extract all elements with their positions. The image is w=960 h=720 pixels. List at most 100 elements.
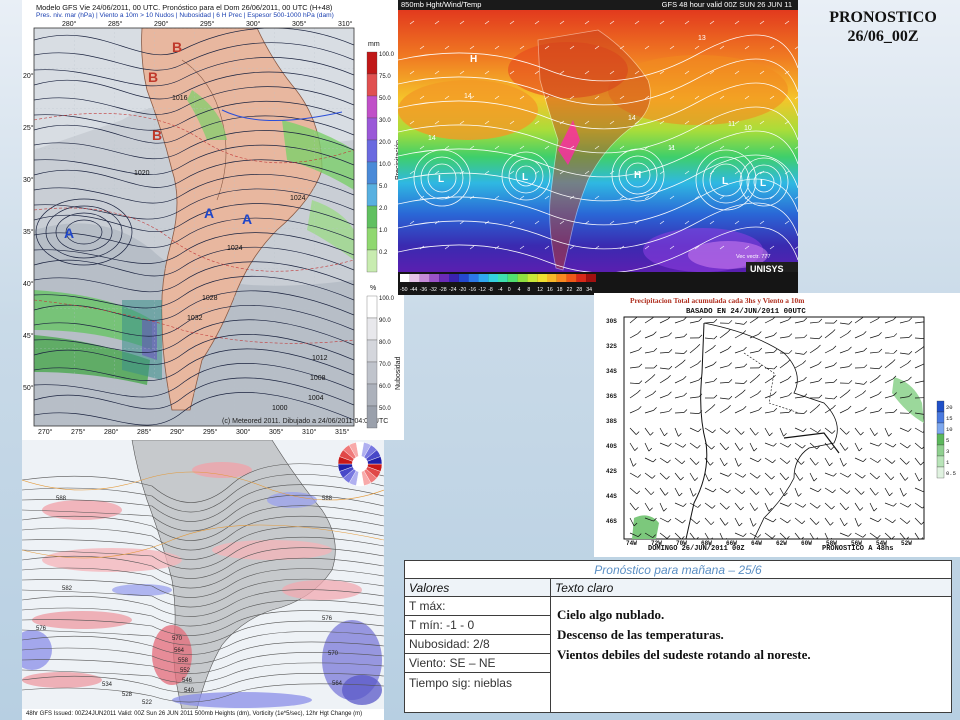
height-label: 576 bbox=[36, 626, 47, 632]
temperature-scale-swatch bbox=[527, 274, 538, 282]
temperature-scale-label: 8 bbox=[527, 287, 530, 293]
temperature-scale-label: 28 bbox=[576, 287, 582, 293]
pressure-center-low: B bbox=[172, 39, 182, 55]
title-line-2: 26/06_00Z bbox=[847, 28, 919, 45]
latitude-label: 32S bbox=[606, 343, 617, 350]
unisys-map-header: 850mb Hght/Wind/Temp GFS 48 hour valid 0… bbox=[398, 0, 798, 10]
longitude-label: 295° bbox=[203, 428, 218, 436]
longitude-label: 270° bbox=[38, 428, 53, 436]
precip-legend-swatch bbox=[936, 444, 945, 457]
temperature-scale-swatch bbox=[439, 274, 449, 282]
temperature-scale-label: 22 bbox=[567, 287, 573, 293]
height-label: 552 bbox=[180, 668, 191, 674]
isobar-label: 1000 bbox=[272, 405, 288, 412]
temperature-scale-swatch bbox=[566, 274, 577, 282]
precip-legend-label: 5 bbox=[946, 437, 949, 444]
precip-legend-swatch bbox=[936, 455, 945, 468]
precip-bar-tick: 100.0 bbox=[379, 52, 395, 58]
precip-legend-label: 10 bbox=[946, 426, 953, 433]
temperature-scale-label: 0 bbox=[508, 287, 511, 293]
forecast-text-line: Cielo algo nublado. bbox=[557, 607, 665, 622]
unisys-header-left: 850mb Hght/Wind/Temp bbox=[401, 0, 482, 9]
longitude-label: 305° bbox=[292, 20, 307, 28]
latitude-label: 40S bbox=[606, 443, 617, 450]
temperature-scale-label: -12 bbox=[478, 287, 486, 293]
cloud-bar-tick: 80.0 bbox=[379, 340, 391, 346]
wheel-center bbox=[352, 456, 368, 472]
vorticity-blob bbox=[152, 625, 192, 685]
longitude-label: 280° bbox=[62, 20, 77, 28]
longitude-label: 280° bbox=[104, 428, 119, 436]
vorticity-blob bbox=[342, 675, 382, 705]
longitude-label: 52W bbox=[901, 540, 912, 547]
isobar-label: 1032 bbox=[187, 315, 203, 322]
temperature-scale-swatch bbox=[400, 274, 410, 282]
longitude-label: 305° bbox=[269, 428, 284, 436]
longitude-label: 310° bbox=[302, 428, 317, 436]
isoline-label: 13 bbox=[698, 35, 706, 42]
temperature-scale-swatch bbox=[449, 274, 459, 282]
isobar-label: 1004 bbox=[308, 395, 324, 402]
pressure-center-high: A bbox=[242, 211, 252, 227]
precip-bar-swatch bbox=[366, 161, 378, 185]
height-label: 588 bbox=[56, 496, 67, 502]
latitude-label: 46S bbox=[606, 518, 617, 525]
longitude-label: 315° bbox=[335, 428, 350, 436]
temperature-scale-label: -44 bbox=[410, 287, 418, 293]
temperature-scale-swatch bbox=[556, 274, 567, 282]
temperature-scale-label: -24 bbox=[449, 287, 457, 293]
precip-legend-swatch bbox=[936, 411, 945, 424]
isobar-label: 1024 bbox=[290, 195, 306, 202]
precip-legend-label: 1 bbox=[946, 459, 950, 466]
unisys-map-canvas: L L L L H H 14 14 11 10 13 11 14 UNISYS … bbox=[398, 10, 798, 295]
temperature-scale-swatch bbox=[498, 274, 508, 282]
temperature-scale-swatch bbox=[478, 274, 489, 282]
precip-bar-swatch bbox=[366, 139, 378, 163]
precip-bar-swatch bbox=[366, 227, 378, 251]
height-label: 534 bbox=[102, 682, 113, 688]
temperature-scale-label: -4 bbox=[498, 287, 503, 293]
height-label: 564 bbox=[174, 648, 185, 654]
latitude-label: 40° bbox=[23, 280, 34, 288]
precip-bar-swatch bbox=[366, 249, 378, 273]
temperature-scale-label: 34 bbox=[586, 287, 592, 293]
temperature-scale-swatch bbox=[488, 274, 498, 282]
cloud-bar-label: Nubosidad bbox=[395, 356, 402, 390]
longitude-label: 64W bbox=[751, 540, 762, 547]
forecast-value-tmax: T máx: bbox=[404, 596, 551, 616]
isobar-label: 1024 bbox=[227, 245, 243, 252]
cloud-bar-swatch bbox=[366, 317, 378, 341]
latitude-label: 50° bbox=[23, 384, 34, 392]
forecast-text-line: Descenso de las temperaturas. bbox=[557, 627, 724, 642]
latitude-label: 30S bbox=[606, 318, 617, 325]
longitude-label: 74W bbox=[626, 540, 637, 547]
forecast-value-cloud: Nubosidad: 2/8 bbox=[404, 634, 551, 654]
pressure-center-low: B bbox=[152, 127, 162, 143]
precip-bar-swatch bbox=[366, 205, 378, 229]
low-center-mark: L bbox=[522, 172, 528, 183]
unisys-header-right: GFS 48 hour valid 00Z SUN 26 JUN 11 bbox=[661, 0, 792, 9]
precip-bar-tick: 1.0 bbox=[379, 228, 388, 234]
pressure-center-high: A bbox=[204, 205, 214, 221]
precip-bar-tick: 30.0 bbox=[379, 118, 391, 124]
temperature-scale-label: 18 bbox=[557, 287, 563, 293]
cloud-bar-tick: 100.0 bbox=[379, 296, 395, 302]
longitude-label: 310° bbox=[338, 20, 353, 28]
col-header-values: Valores bbox=[404, 578, 551, 597]
latitude-label: 44S bbox=[606, 493, 617, 500]
low-center-mark: L bbox=[760, 178, 766, 189]
temperature-scale-swatch bbox=[458, 274, 469, 282]
forecast-value-tmin: T mín: -1 - 0 bbox=[404, 615, 551, 635]
vorticity-blob bbox=[192, 462, 252, 478]
isoline-label: 11 bbox=[728, 121, 735, 128]
precip-bar-swatch bbox=[366, 73, 378, 97]
precip-legend-swatch bbox=[936, 466, 945, 479]
height-label: 558 bbox=[178, 658, 189, 664]
cloud-bar-swatch bbox=[366, 339, 378, 363]
cloud-units: % bbox=[370, 285, 376, 292]
height-label: 546 bbox=[182, 678, 193, 684]
isobar-label: 1012 bbox=[312, 355, 328, 362]
precip-bar-tick: 50.0 bbox=[379, 96, 391, 102]
latitude-label: 30° bbox=[23, 176, 34, 184]
longitude-label: 62W bbox=[776, 540, 787, 547]
